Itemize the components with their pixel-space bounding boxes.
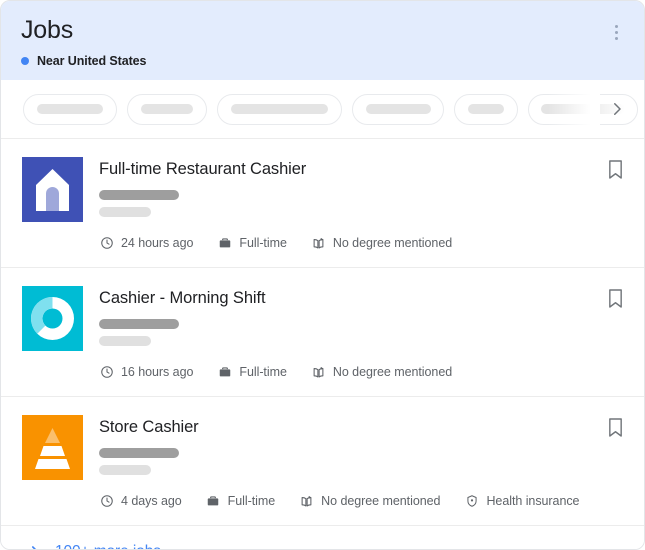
chip-placeholder	[141, 104, 193, 114]
meta-label: 24 hours ago	[121, 235, 193, 251]
job-meta-row: 4 days ago Full-time No degree mentioned	[99, 493, 624, 509]
kebab-menu-icon[interactable]	[604, 19, 628, 45]
meta-education: No degree mentioned	[299, 493, 440, 509]
chip-placeholder	[231, 104, 328, 114]
meta-label: Full-time	[239, 235, 286, 251]
chip-placeholder	[468, 104, 504, 114]
job-meta-row: 16 hours ago Full-time No degree mention…	[99, 364, 624, 380]
meta-label: No degree mentioned	[333, 364, 452, 380]
kebab-dot	[615, 37, 618, 40]
meta-label: Full-time	[239, 364, 286, 380]
meta-posted-date: 16 hours ago	[99, 364, 193, 380]
meta-posted-date: 24 hours ago	[99, 235, 193, 251]
clock-icon	[99, 494, 114, 509]
shield-health-icon	[464, 494, 479, 509]
bookmark-icon[interactable]	[603, 286, 627, 310]
meta-label: No degree mentioned	[333, 235, 452, 251]
kebab-dot	[615, 25, 618, 28]
location-dot-icon	[21, 57, 29, 65]
job-details: Full-time Restaurant Cashier 24 hours ag…	[99, 157, 624, 251]
meta-label: 16 hours ago	[121, 364, 193, 380]
degree-book-icon	[311, 236, 326, 251]
location-label: Near United States	[37, 53, 146, 69]
job-card[interactable]: Full-time Restaurant Cashier 24 hours ag…	[1, 138, 644, 267]
job-details: Store Cashier 4 days ago Full-time	[99, 415, 624, 509]
job-title: Full-time Restaurant Cashier	[99, 159, 624, 180]
meta-employment-type: Full-time	[217, 364, 286, 380]
filter-chip[interactable]	[217, 94, 342, 125]
meta-label: 4 days ago	[121, 493, 182, 509]
briefcase-icon	[217, 236, 232, 251]
more-jobs-link[interactable]: 100+ more jobs	[1, 525, 644, 550]
location-placeholder	[99, 336, 151, 346]
meta-employment-type: Full-time	[206, 493, 275, 509]
clock-icon	[99, 365, 114, 380]
meta-benefits: Health insurance	[464, 493, 579, 509]
company-placeholder	[99, 448, 179, 458]
meta-education: No degree mentioned	[311, 364, 452, 380]
company-placeholder	[99, 190, 179, 200]
location-subtitle: Near United States	[21, 53, 624, 69]
job-title: Store Cashier	[99, 417, 624, 438]
filter-chip[interactable]	[454, 94, 518, 125]
job-meta-row: 24 hours ago Full-time No degree mention…	[99, 235, 624, 251]
job-card[interactable]: Cashier - Morning Shift 16 hours ago	[1, 267, 644, 396]
widget-header: Jobs Near United States	[1, 1, 644, 80]
chevron-right-icon[interactable]	[604, 96, 630, 122]
bookmark-icon[interactable]	[603, 415, 627, 439]
meta-education: No degree mentioned	[311, 235, 452, 251]
filter-chip[interactable]	[23, 94, 117, 125]
meta-label: Full-time	[228, 493, 275, 509]
filter-chips-row	[1, 80, 644, 138]
job-details: Cashier - Morning Shift 16 hours ago	[99, 286, 624, 380]
briefcase-icon	[217, 365, 232, 380]
location-placeholder	[99, 207, 151, 217]
more-jobs-label: 100+ more jobs	[55, 542, 161, 550]
meta-posted-date: 4 days ago	[99, 493, 182, 509]
degree-book-icon	[299, 494, 314, 509]
company-placeholder	[99, 319, 179, 329]
meta-employment-type: Full-time	[217, 235, 286, 251]
chip-placeholder	[366, 104, 431, 114]
location-placeholder	[99, 465, 151, 475]
job-title: Cashier - Morning Shift	[99, 288, 624, 309]
filter-chip[interactable]	[127, 94, 207, 125]
donut-ring-icon	[22, 286, 83, 351]
filter-chip[interactable]	[352, 94, 444, 125]
arrow-right-icon	[21, 541, 43, 550]
house-icon	[22, 157, 83, 222]
jobs-widget: Jobs Near United States	[0, 0, 645, 550]
kebab-dot	[615, 31, 618, 34]
meta-label: No degree mentioned	[321, 493, 440, 509]
briefcase-icon	[206, 494, 221, 509]
clock-icon	[99, 236, 114, 251]
degree-book-icon	[311, 365, 326, 380]
job-card[interactable]: Store Cashier 4 days ago Full-time	[1, 396, 644, 525]
page-title: Jobs	[21, 15, 624, 46]
chip-placeholder	[37, 104, 103, 114]
jobs-list: Full-time Restaurant Cashier 24 hours ag…	[1, 138, 644, 525]
meta-label: Health insurance	[486, 493, 579, 509]
pyramid-icon	[22, 415, 83, 480]
bookmark-icon[interactable]	[603, 157, 627, 181]
